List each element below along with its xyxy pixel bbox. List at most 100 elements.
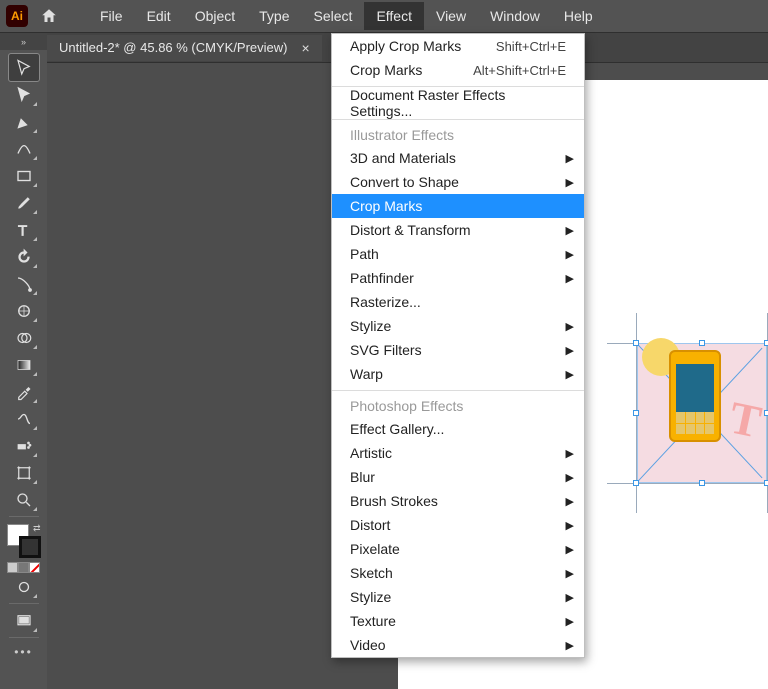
menu-item[interactable]: Blur ▶ [332, 465, 584, 489]
menu-item[interactable]: SVG Filters▶ [332, 338, 584, 362]
menu-item-label: Effect Gallery... [350, 421, 444, 437]
menu-window[interactable]: Window [478, 2, 552, 30]
document-tab[interactable]: Untitled-2* @ 45.86 % (CMYK/Preview) × [47, 35, 322, 61]
menu-item[interactable]: Texture ▶ [332, 609, 584, 633]
submenu-arrow-icon: ▶ [566, 368, 574, 381]
menu-item-label: Document Raster Effects Settings... [350, 87, 566, 119]
menu-item[interactable]: Crop Marks Alt+Shift+Ctrl+E [332, 58, 584, 82]
fill-stroke-control[interactable]: ⇄ [7, 524, 41, 558]
zoom-tool[interactable] [9, 486, 39, 513]
menubar: Ai FileEditObjectTypeSelectEffectViewWin… [0, 0, 768, 33]
menu-help[interactable]: Help [552, 2, 605, 30]
menu-item-label: SVG Filters [350, 342, 422, 358]
gradient-tool[interactable] [9, 351, 39, 378]
screen-mode-tool[interactable] [9, 607, 39, 634]
submenu-arrow-icon: ▶ [566, 519, 574, 532]
draw-mode-tool[interactable] [9, 573, 39, 600]
submenu-arrow-icon: ▶ [566, 152, 574, 165]
tools-panel: T ⇄ ••• [0, 50, 47, 663]
menu-shortcut: Shift+Ctrl+E [496, 39, 566, 54]
menu-item-label: Stylize [350, 589, 391, 605]
menu-item-raster-settings[interactable]: Document Raster Effects Settings... [332, 91, 584, 115]
submenu-arrow-icon: ▶ [566, 615, 574, 628]
menu-item-label: Distort [350, 517, 390, 533]
submenu-arrow-icon: ▶ [566, 567, 574, 580]
menu-shortcut: Alt+Shift+Ctrl+E [473, 63, 566, 78]
menu-item[interactable]: Warp ▶ [332, 362, 584, 386]
menu-item-label: Rasterize... [350, 294, 421, 310]
submenu-arrow-icon: ▶ [566, 447, 574, 460]
home-icon[interactable] [38, 5, 60, 27]
selection-tool[interactable] [9, 54, 39, 81]
paintbrush-tool[interactable] [9, 189, 39, 216]
menu-item[interactable]: Pathfinder ▶ [332, 266, 584, 290]
menu-item-label: Distort & Transform [350, 222, 471, 238]
menu-item-label: Blur [350, 469, 375, 485]
menu-item-label: Warp [350, 366, 383, 382]
menu-item[interactable]: Rasterize... [332, 290, 584, 314]
menu-item[interactable]: Video▶ [332, 633, 584, 657]
pen-tool[interactable] [9, 108, 39, 135]
document-tab-label: Untitled-2* @ 45.86 % (CMYK/Preview) [59, 40, 288, 55]
menu-effect[interactable]: Effect [364, 2, 424, 30]
menu-item-label: Video [350, 637, 386, 653]
menu-edit[interactable]: Edit [135, 2, 183, 30]
menu-item-label: Stylize [350, 318, 391, 334]
menu-item[interactable]: Apply Crop MarksShift+Ctrl+E [332, 34, 584, 58]
menu-item-label: Convert to Shape [350, 174, 459, 190]
menu-item[interactable]: Distort & Transform ▶ [332, 218, 584, 242]
eyedropper-tool[interactable] [9, 378, 39, 405]
direct-selection-tool[interactable] [9, 81, 39, 108]
submenu-arrow-icon: ▶ [566, 176, 574, 189]
menu-select[interactable]: Select [302, 2, 365, 30]
menu-item[interactable]: Distort ▶ [332, 513, 584, 537]
close-icon[interactable]: × [302, 40, 310, 56]
submenu-arrow-icon: ▶ [566, 272, 574, 285]
submenu-arrow-icon: ▶ [566, 495, 574, 508]
menu-item-label: Crop Marks [350, 198, 422, 214]
menu-item[interactable]: 3D and Materials▶ [332, 146, 584, 170]
menu-item[interactable]: Crop Marks [332, 194, 584, 218]
menu-type[interactable]: Type [247, 2, 301, 30]
type-tool[interactable]: T [9, 216, 39, 243]
menu-item-label: Pathfinder [350, 270, 414, 286]
menu-item[interactable]: Convert to Shape ▶ [332, 170, 584, 194]
svg-text:T: T [18, 222, 27, 239]
menu-object[interactable]: Object [183, 2, 247, 30]
rectangle-tool[interactable] [9, 162, 39, 189]
menu-item[interactable]: Stylize ▶ [332, 314, 584, 338]
artboard-tool[interactable] [9, 459, 39, 486]
menu-section-photoshop: Photoshop Effects [332, 395, 584, 417]
submenu-arrow-icon: ▶ [566, 320, 574, 333]
menu-item-label: Brush Strokes [350, 493, 438, 509]
blend-tool[interactable] [9, 405, 39, 432]
menu-file[interactable]: File [88, 2, 135, 30]
menu-item[interactable]: Brush Strokes ▶ [332, 489, 584, 513]
menu-item[interactable]: Effect Gallery... [332, 417, 584, 441]
menu-item[interactable]: Sketch ▶ [332, 561, 584, 585]
menu-item[interactable]: Artistic▶ [332, 441, 584, 465]
curvature-tool[interactable] [9, 135, 39, 162]
color-mode-row[interactable] [7, 562, 40, 573]
scale-tool[interactable] [9, 270, 39, 297]
symbol-sprayer-tool[interactable] [9, 432, 39, 459]
menu-view[interactable]: View [424, 2, 478, 30]
width-tool[interactable] [9, 297, 39, 324]
submenu-arrow-icon: ▶ [566, 543, 574, 556]
menu-item-label: Crop Marks [350, 62, 422, 78]
menu-item[interactable]: Pixelate ▶ [332, 537, 584, 561]
panel-collapse-icon[interactable]: » [0, 33, 47, 50]
app-logo[interactable]: Ai [6, 5, 28, 27]
shape-builder-tool[interactable] [9, 324, 39, 351]
menu-item-label: Sketch [350, 565, 393, 581]
menu-item-label: Path [350, 246, 379, 262]
rotate-tool[interactable] [9, 243, 39, 270]
menu-item-label: Texture [350, 613, 396, 629]
submenu-arrow-icon: ▶ [566, 471, 574, 484]
menu-item[interactable]: Path▶ [332, 242, 584, 266]
menu-item[interactable]: Stylize ▶ [332, 585, 584, 609]
submenu-arrow-icon: ▶ [566, 224, 574, 237]
edit-toolbar-icon[interactable]: ••• [14, 641, 33, 663]
menu-item-label: Pixelate [350, 541, 400, 557]
submenu-arrow-icon: ▶ [566, 591, 574, 604]
